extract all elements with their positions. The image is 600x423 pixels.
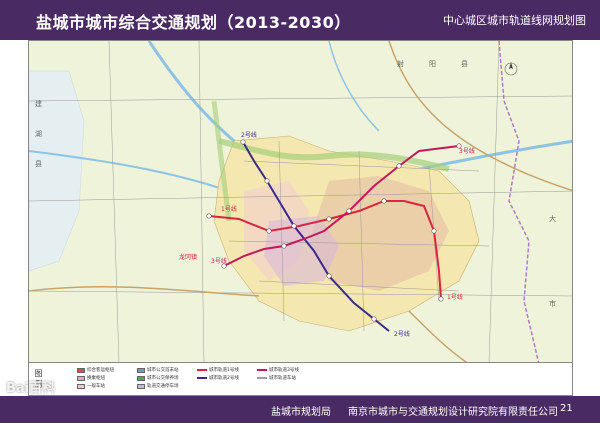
legend-label: 城市轨道1号线 (209, 368, 239, 373)
label-line1-east: 1号线 (447, 293, 463, 301)
legend-item (257, 382, 311, 390)
legend-label: 城市公交保养场 (147, 376, 179, 381)
county-label-hu: 湖 (35, 129, 42, 138)
header-bar: 盐城市城市综合交通规划（2013-2030） 中心城区城市轨道线网规划图 (0, 0, 600, 40)
legend-swatch (197, 377, 207, 379)
legend-swatch (77, 383, 85, 389)
legend-item: 一般车站 (77, 382, 131, 390)
label-line3-east: 3号线 (459, 147, 475, 155)
legend-label: 综合客运枢纽 (87, 368, 114, 373)
town-label-longgang: 龙冈镇 (179, 253, 197, 261)
footer-org-planning-bureau: 盐城市规划局 (271, 407, 331, 418)
county-label-yang: 阳 (429, 59, 436, 68)
county-label-she: 射 (397, 59, 404, 68)
map-subtitle: 中心城区城市轨道线网规划图 (443, 14, 586, 27)
legend-item: 城市公交保养场 (137, 374, 191, 382)
legend-label: 换乘枢纽 (87, 376, 105, 381)
label-line1-north: 1号线 (221, 205, 237, 213)
legend-swatch (77, 367, 85, 373)
legend-swatch (137, 367, 145, 373)
map-title: 盐城市城市综合交通规划（2013-2030） (36, 13, 351, 32)
legend-item: 城市轨道2号线 (197, 374, 251, 382)
map-legend: 图 例 综合客运枢纽 城市公交首末站 城市轨道1号线 城市轨道3号线 换乘枢纽 城市公交保… (28, 363, 573, 396)
rail-network-map[interactable]: 2号线 1号线 1号线 2号线 3号线 3号线 龙冈镇 射 阳 县 建 湖 县 … (28, 40, 573, 363)
county-label-da: 大 (549, 214, 556, 223)
legend-label: 城市公交首末站 (147, 368, 179, 373)
legend-swatch (77, 375, 85, 381)
footer-bar: 盐城市规划局 南京市城市与交通规划设计研究院有限责任公司 21 (0, 396, 600, 423)
legend-label: 城市轨道2号线 (209, 376, 239, 381)
legend-item: 综合客运枢纽 (77, 366, 131, 374)
legend-item: 换乘枢纽 (77, 374, 131, 382)
legend-swatch (257, 377, 267, 379)
legend-swatch (137, 383, 145, 389)
legend-label: 城市轨道3号线 (269, 368, 299, 373)
legend-label: 一般车站 (87, 384, 105, 389)
map-canvas: 2号线 1号线 1号线 2号线 3号线 3号线 龙冈镇 射 阳 县 建 湖 县 … (29, 41, 572, 362)
legend-swatch (197, 369, 207, 371)
label-line3-west: 3号线 (211, 257, 227, 265)
legend-label: 轨道交通停车场 (147, 384, 179, 389)
footer-org-institute: 南京市城市与交通规划设计研究院有限责任公司 (348, 407, 558, 418)
county-label-xian-1: 县 (461, 60, 468, 68)
legend-swatch (137, 375, 145, 381)
label-line2-north: 2号线 (241, 131, 257, 139)
label-line2-south: 2号线 (394, 330, 410, 338)
legend-item (197, 382, 251, 390)
page-number: 21 (560, 403, 573, 414)
county-label-jian: 建 (35, 99, 42, 108)
county-label-shi: 市 (549, 299, 556, 308)
legend-item: 城市轨道车站 (257, 374, 311, 382)
legend-label: 城市轨道车站 (269, 376, 296, 381)
legend-item: 城市轨道1号线 (197, 366, 251, 374)
legend-item: 轨道交通停车场 (137, 382, 191, 390)
legend-swatch (257, 369, 267, 371)
county-label-xian-2: 县 (35, 160, 42, 168)
legend-items: 综合客运枢纽 城市公交首末站 城市轨道1号线 城市轨道3号线换乘枢纽 城市公交保养场 城市… (77, 366, 311, 390)
watermark-logo: Bai百科 (6, 381, 56, 396)
legend-item: 城市轨道3号线 (257, 366, 311, 374)
legend-item: 城市公交首末站 (137, 366, 191, 374)
